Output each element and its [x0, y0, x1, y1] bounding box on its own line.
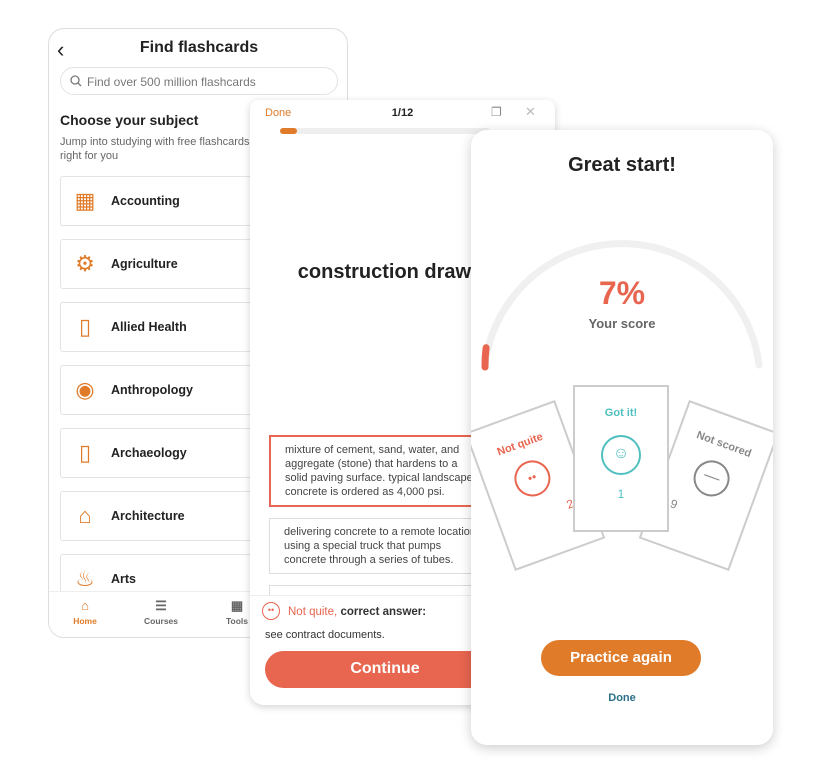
correct-answer: see contract documents.: [265, 629, 385, 641]
search-placeholder: Find over 500 million flashcards: [87, 75, 256, 89]
layers-icon: ☰: [155, 598, 167, 613]
nav-home[interactable]: ⌂ Home: [55, 598, 115, 626]
answer-option[interactable]: delivering concrete to a remote location…: [269, 518, 499, 574]
palette-icon: ♨: [75, 566, 95, 591]
card-label: Got it!: [604, 407, 638, 419]
home-icon: ⌂: [81, 598, 89, 613]
subject-label: Anthropology: [111, 383, 193, 397]
tablet-icon: ▯: [78, 440, 92, 465]
nav-courses[interactable]: ☰ Courses: [131, 598, 191, 626]
score-label: Your score: [588, 316, 656, 331]
page-title: Find flashcards: [139, 39, 259, 56]
score-value: 7%: [598, 275, 646, 311]
card-label: Not quite: [495, 430, 545, 459]
globe-icon: ◉: [75, 377, 95, 402]
subject-label: Accounting: [111, 194, 180, 208]
card-label: Not scored: [694, 429, 753, 461]
continue-button[interactable]: Continue: [265, 651, 505, 688]
cards-icon[interactable]: ❐: [491, 105, 502, 119]
subject-label: Agriculture: [111, 257, 178, 271]
nav-label: Courses: [143, 616, 178, 626]
subject-label: Arts: [111, 572, 137, 586]
practice-again-button[interactable]: Practice again: [541, 640, 701, 676]
progress-bar: [280, 128, 490, 134]
confused-face-icon: ••: [262, 602, 280, 620]
feedback-label: correct answer:: [340, 606, 427, 618]
card-counter: 1/12: [391, 107, 414, 119]
gauge-fill: [481, 344, 490, 371]
score-gauge: [481, 240, 763, 371]
confused-face-icon: ••: [509, 455, 556, 502]
results-screen: Great start! 7% Your score Not quite •• …: [471, 130, 773, 745]
nav-label: Home: [73, 616, 97, 626]
subject-label: Allied Health: [111, 320, 187, 334]
answer-option[interactable]: mixture of cement, sand, water, and aggr…: [269, 435, 499, 507]
got-it-card: Got it! ☺ 1: [573, 385, 669, 532]
tractor-icon: ⚙: [75, 251, 95, 276]
smiley-face-icon: ☺: [601, 435, 641, 475]
search-icon: [70, 75, 82, 87]
card-count: 1: [617, 487, 625, 501]
progress-fill: [280, 128, 298, 134]
neutral-face-icon: —: [688, 455, 735, 502]
calculator-icon: ▦: [74, 188, 96, 213]
columns-icon: ⌂: [78, 503, 92, 528]
subject-label: Archaeology: [111, 446, 187, 460]
done-link[interactable]: Done: [471, 692, 773, 704]
search-input[interactable]: Find over 500 million flashcards: [60, 67, 338, 95]
subject-label: Architecture: [111, 509, 185, 523]
nav-label: Tools: [225, 616, 249, 626]
feedback-status: Not quite,: [288, 606, 338, 618]
section-heading: Choose your subject: [60, 112, 199, 128]
tablet-icon: ▯: [78, 314, 92, 339]
shuffle-icon[interactable]: ✕: [525, 104, 536, 120]
section-subtext: Jump into studying with free flashcards …: [60, 136, 250, 162]
